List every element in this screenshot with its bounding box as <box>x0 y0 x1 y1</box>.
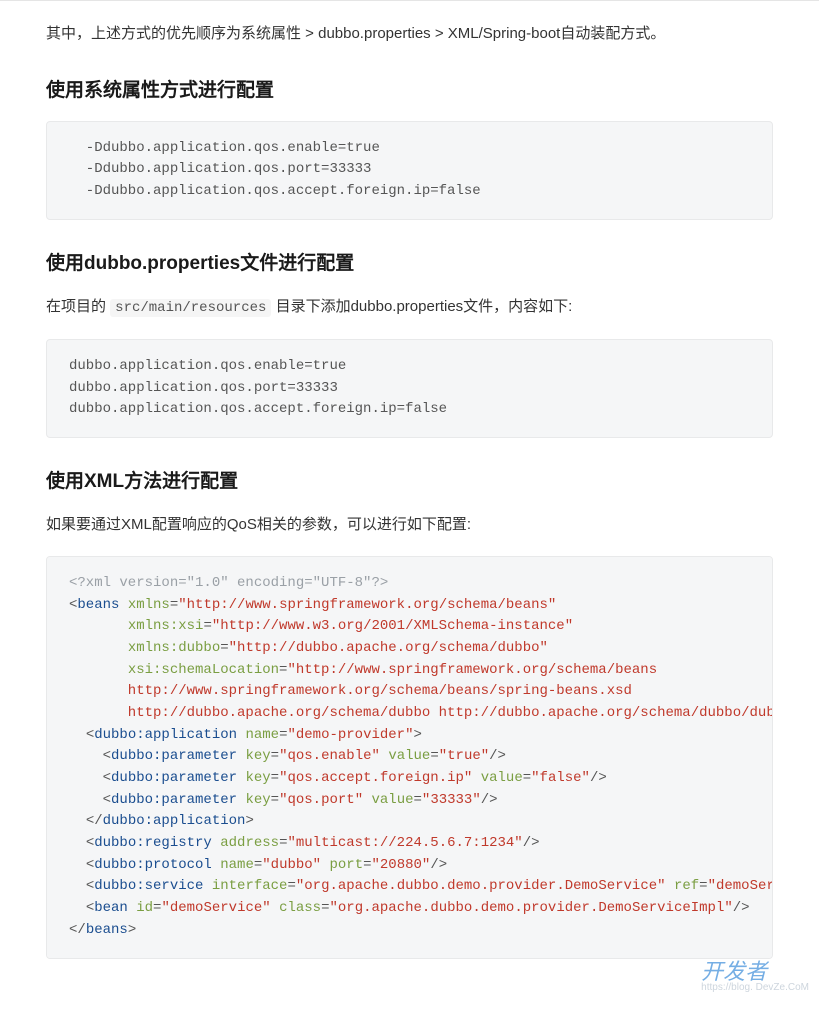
heading-properties: 使用dubbo.properties文件进行配置 <box>46 248 773 280</box>
code-xml: <?xml version="1.0" encoding="UTF-8"?> <… <box>46 556 773 959</box>
top-divider <box>0 0 819 1</box>
watermark-main: 开发者 <box>701 959 767 984</box>
watermark-sub: https://blog. DevZe.CoM <box>701 983 809 993</box>
xml-paragraph: 如果要通过XML配置响应的QoS相关的参数，可以进行如下配置: <box>46 512 773 538</box>
para-text-before: 在项目的 <box>46 298 110 315</box>
inline-code-path: src/main/resources <box>110 299 271 317</box>
properties-paragraph: 在项目的 src/main/resources 目录下添加dubbo.prope… <box>46 294 773 321</box>
code-sysprops: -Ddubbo.application.qos.enable=true -Ddu… <box>46 121 773 220</box>
watermark: 开发者 https://blog. DevZe.CoM <box>701 961 809 993</box>
heading-xml: 使用XML方法进行配置 <box>46 466 773 498</box>
code-properties: dubbo.application.qos.enable=true dubbo.… <box>46 339 773 438</box>
para-text-after: 目录下添加dubbo.properties文件，内容如下: <box>271 298 572 315</box>
heading-sysprops: 使用系统属性方式进行配置 <box>46 75 773 107</box>
intro-paragraph: 其中，上述方式的优先顺序为系统属性 > dubbo.properties > X… <box>46 21 773 47</box>
